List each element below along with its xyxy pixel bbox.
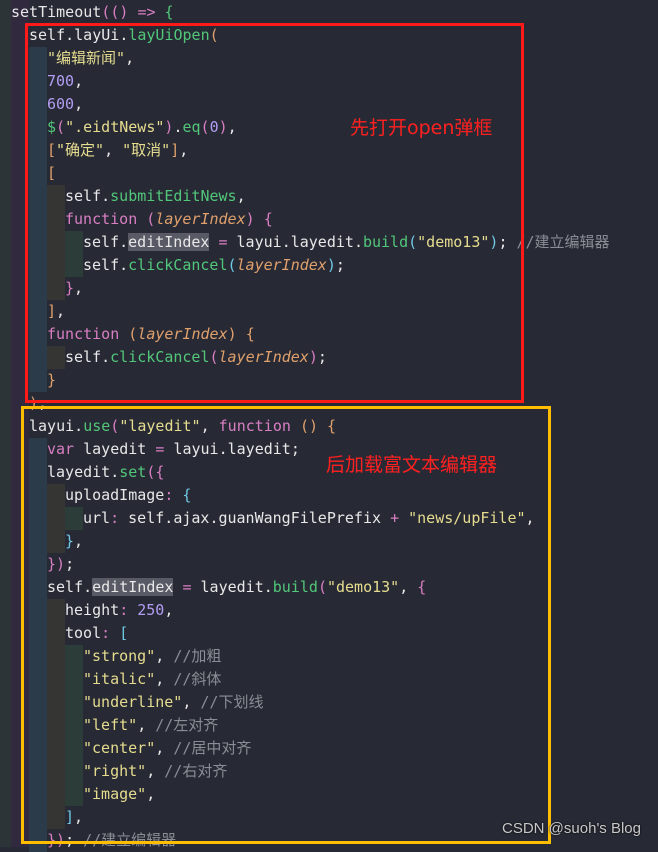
indent-guide-0 [0,0,11,847]
open-dialog-annotation: 先打开open弹框 [350,117,493,139]
code-token: ( [101,3,111,21]
watermark: CSDN @suoh's Blog [502,820,641,837]
editor-load-annotation: 后加载富文本编辑器 [326,454,498,476]
code-token: //建立编辑器 [516,233,610,251]
open-dialog-highlight-box [25,23,524,403]
code-token: setTimeout [11,3,102,21]
code-token: { [164,3,174,21]
code-token: => [137,3,156,21]
code-editor[interactable]: setTimeout(() => {self.layUi.layUiOpen("… [0,0,658,852]
code-line[interactable]: setTimeout(() => { [11,1,174,24]
